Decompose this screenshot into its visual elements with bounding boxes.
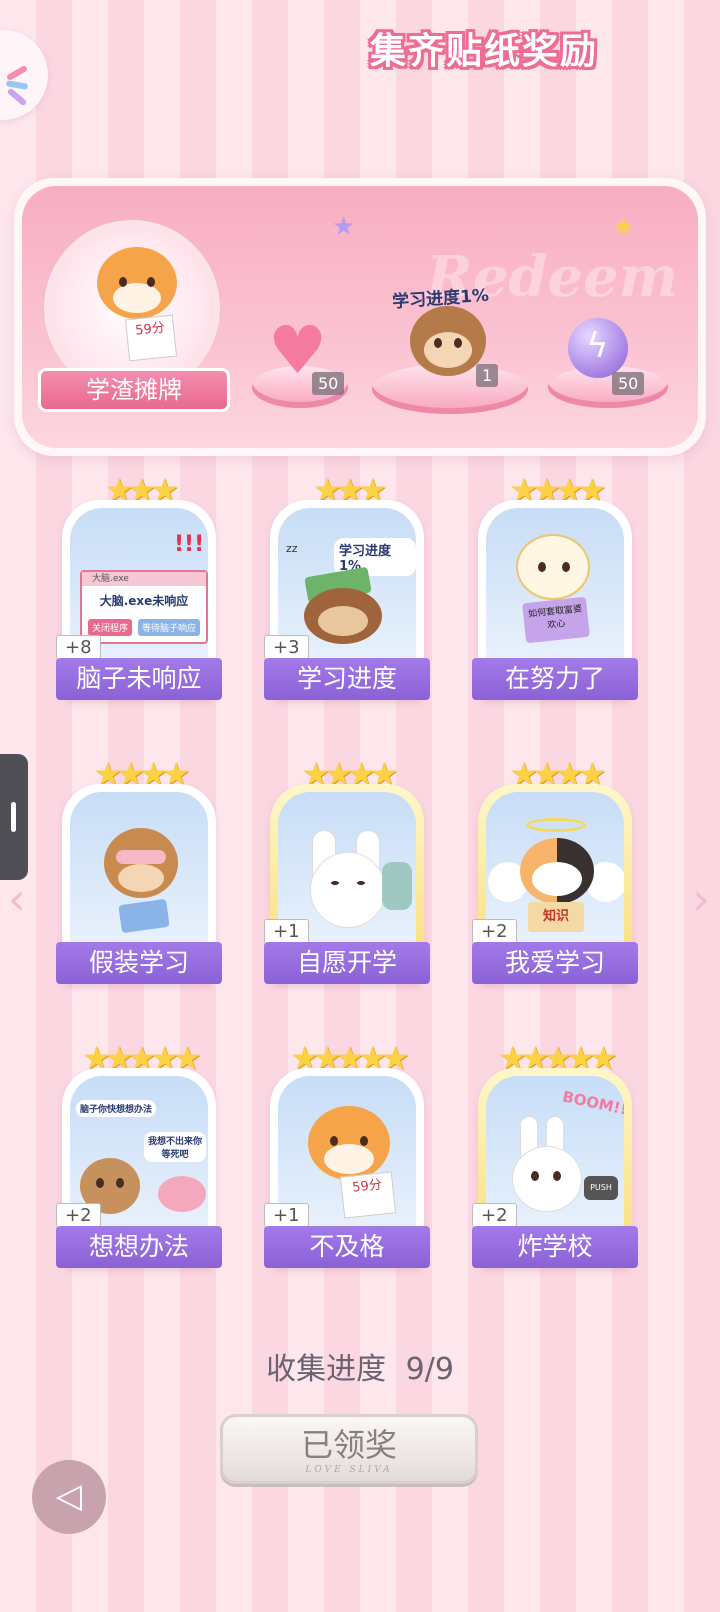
exclaim-icon: !!!: [174, 532, 205, 557]
sticker-label: 假装学习: [56, 942, 222, 984]
featured-label: 学渣摊牌: [38, 368, 230, 412]
claimed-sub-text: LOVE SLIVA: [305, 1465, 393, 1475]
card-frame: !!! 大脑.exe 大脑.exe未响应 关闭程序 等待脑子响应 +8 脑子未响…: [56, 500, 222, 700]
sticker-card[interactable]: ★★★ !!! 大脑.exe 大脑.exe未响应 关闭程序 等待脑子响应 +8 …: [56, 472, 222, 708]
sticker-card[interactable]: ★★★★ 如何套取富婆欢心 在努力了: [472, 472, 638, 708]
sticker-label: 想想办法: [56, 1226, 222, 1268]
sleep-zz-icon: zz: [286, 542, 298, 555]
prev-page-arrow-icon[interactable]: ‹: [8, 874, 26, 925]
boom-text: BOOM!!: [560, 1087, 624, 1119]
sticker-label: 不及格: [264, 1226, 430, 1268]
yellow-star-icon: ★: [612, 212, 636, 242]
book-text: 如何套取富婆欢心: [522, 596, 590, 644]
card-frame: 脑子你快想想办法 我想不出来你等死吧 +2 想想办法: [56, 1068, 222, 1268]
reward-count: 50: [312, 372, 345, 395]
sticker-card[interactable]: ★★★★ 知识 +2 我爱学习: [472, 756, 638, 992]
sticker-label: 我爱学习: [472, 942, 638, 984]
app-logo[interactable]: [0, 30, 48, 120]
count-badge: +1: [264, 919, 309, 944]
brain-icon: [158, 1176, 206, 1212]
score-paper: 59分: [124, 314, 178, 362]
reply-text: 我想不出来你等死吧: [144, 1132, 206, 1162]
score-text: 59分: [134, 320, 166, 339]
error-dialog: 大脑.exe 大脑.exe未响应 关闭程序 等待脑子响应: [80, 570, 208, 644]
count-badge: +2: [472, 919, 517, 944]
sticker-card[interactable]: ★★★★ 假装学习: [56, 756, 222, 992]
card-frame: 学习进度1% zz +3 学习进度: [264, 500, 430, 700]
count-badge: +2: [56, 1203, 101, 1228]
count-badge: +2: [472, 1203, 517, 1228]
push-button-art: PUSH: [584, 1176, 618, 1200]
sticker-label: 在努力了: [472, 658, 638, 700]
dialog-message: 大脑.exe未响应: [99, 594, 189, 608]
panel-title: 集齐贴纸奖励: [370, 31, 599, 72]
calico-cat-icon: [520, 838, 594, 904]
reward-count: 1: [476, 364, 499, 387]
halo-icon: [526, 818, 586, 832]
puppy-icon: [516, 534, 590, 600]
sticker-art: 如何套取富婆欢心: [486, 508, 624, 660]
next-page-arrow-icon[interactable]: ›: [692, 874, 710, 925]
card-frame: 如何套取富婆欢心 在努力了: [472, 500, 638, 700]
sticker-card[interactable]: ★★★★★ 59分 +1 不及格: [264, 1040, 430, 1276]
monkey-sticker-icon: [410, 306, 486, 376]
bunny-icon: [512, 1146, 582, 1212]
sticker-label: 学习进度: [264, 658, 430, 700]
tiger-icon: [308, 1106, 390, 1180]
side-drawer-handle[interactable]: [0, 754, 28, 880]
purple-star-icon: ★: [332, 212, 356, 242]
book-icon: [118, 898, 170, 934]
card-frame: 59分 +1 不及格: [264, 1068, 430, 1268]
card-frame: 假装学习: [56, 784, 222, 984]
tiger-icon: [97, 247, 177, 319]
claimed-button[interactable]: 已领奖 LOVE SLIVA: [220, 1414, 478, 1484]
card-frame: 知识 +2 我爱学习: [472, 784, 638, 984]
count-badge: +3: [264, 635, 309, 660]
sticker-label: 脑子未响应: [56, 658, 222, 700]
back-button[interactable]: ◁: [32, 1460, 106, 1534]
sloth-icon: [304, 588, 382, 644]
sticker-label: 自愿开学: [264, 942, 430, 984]
backpack-icon: [382, 862, 412, 910]
wait-button: 等待脑子响应: [137, 619, 200, 636]
sticker-card[interactable]: ★★★ 学习进度1% zz +3 学习进度: [264, 472, 430, 708]
score-paper: 59分: [339, 1171, 397, 1219]
energy-orb-icon: ϟ: [568, 318, 628, 378]
sticker-art: [70, 792, 208, 944]
card-frame: +1 自愿开学: [264, 784, 430, 984]
bunny-icon: [310, 852, 386, 928]
progress-value: 9/9: [405, 1352, 454, 1387]
book-text: 知识: [528, 902, 584, 932]
reward-count: 50: [612, 372, 645, 395]
speech-text: 脑子你快想想办法: [76, 1100, 157, 1117]
sticker-label: 炸学校: [472, 1226, 638, 1268]
dialog-title: 大脑.exe: [82, 572, 206, 586]
close-program-button: 关闭程序: [88, 619, 133, 636]
card-frame: BOOM!! PUSH +2 炸学校: [472, 1068, 638, 1268]
sticker-card[interactable]: ★★★★★ 脑子你快想想办法 我想不出来你等死吧 +2 想想办法: [56, 1040, 222, 1276]
progress-label: 收集进度: [266, 1352, 387, 1387]
sticker-card[interactable]: ★★★★ +1 自愿开学: [264, 756, 430, 992]
collection-progress: 收集进度 9/9: [0, 1344, 720, 1388]
count-badge: +8: [56, 635, 101, 660]
back-arrow-icon: ◁: [55, 1476, 83, 1516]
monkey-icon: [104, 828, 178, 898]
sticker-card[interactable]: ★★★★★ BOOM!! PUSH +2 炸学校: [472, 1040, 638, 1276]
count-badge: +1: [264, 1203, 309, 1228]
